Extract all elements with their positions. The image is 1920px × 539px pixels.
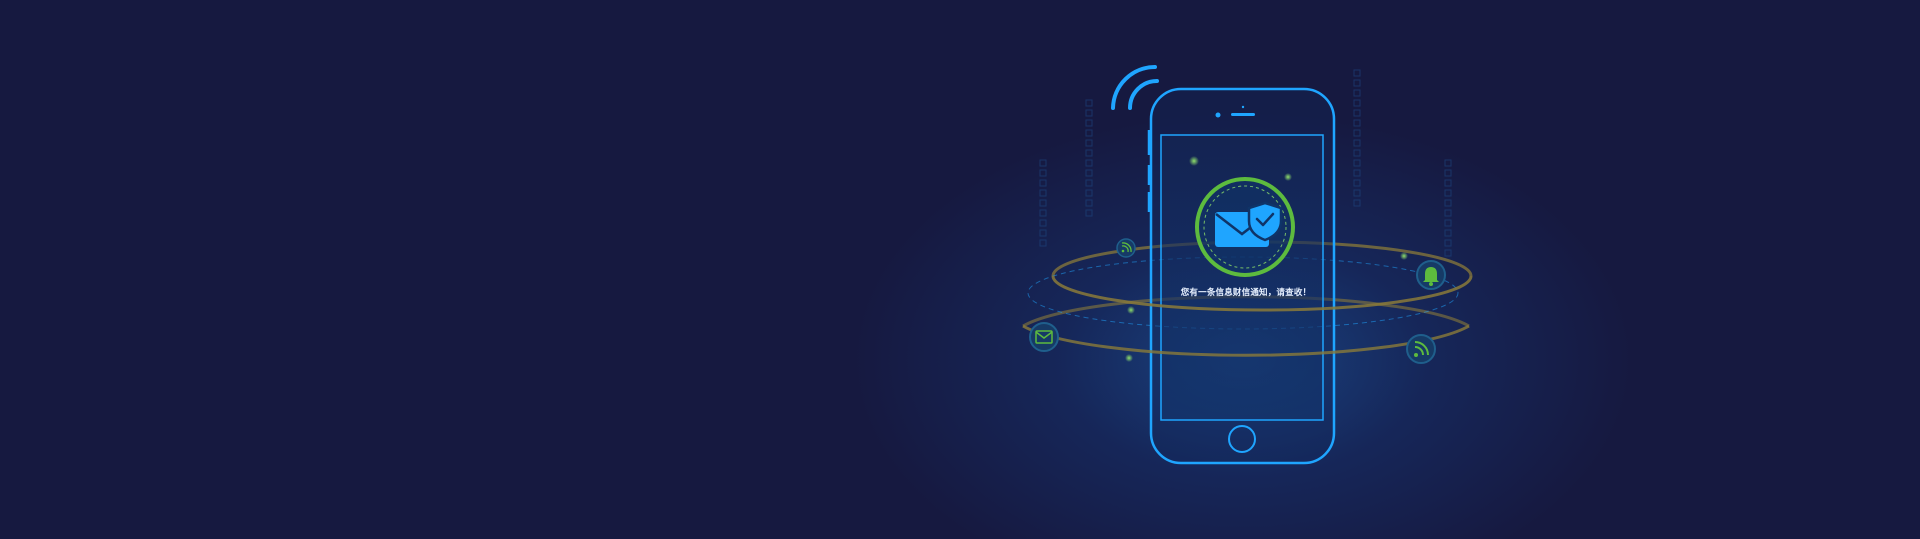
bell-icon	[1416, 260, 1446, 290]
code-column	[1039, 159, 1047, 247]
rss-icon	[1406, 334, 1436, 364]
code-column	[1444, 159, 1452, 257]
code-column	[1085, 99, 1093, 217]
front-camera	[1215, 112, 1221, 118]
rss-icon	[1116, 238, 1136, 258]
hero-banner: 您有一条信息财信通知，请查收！	[0, 0, 1920, 539]
wifi-signal-icon	[1111, 65, 1159, 110]
shield-check-icon	[1247, 201, 1283, 242]
message-badge	[1195, 177, 1295, 277]
earpiece	[1231, 113, 1255, 116]
sensor-dot	[1241, 105, 1245, 109]
code-column	[1353, 69, 1361, 207]
notification-message: 您有一条信息财信通知，请查收！	[1180, 288, 1312, 298]
phone-illustration	[1022, 65, 1473, 465]
envelope-icon	[1029, 322, 1059, 352]
